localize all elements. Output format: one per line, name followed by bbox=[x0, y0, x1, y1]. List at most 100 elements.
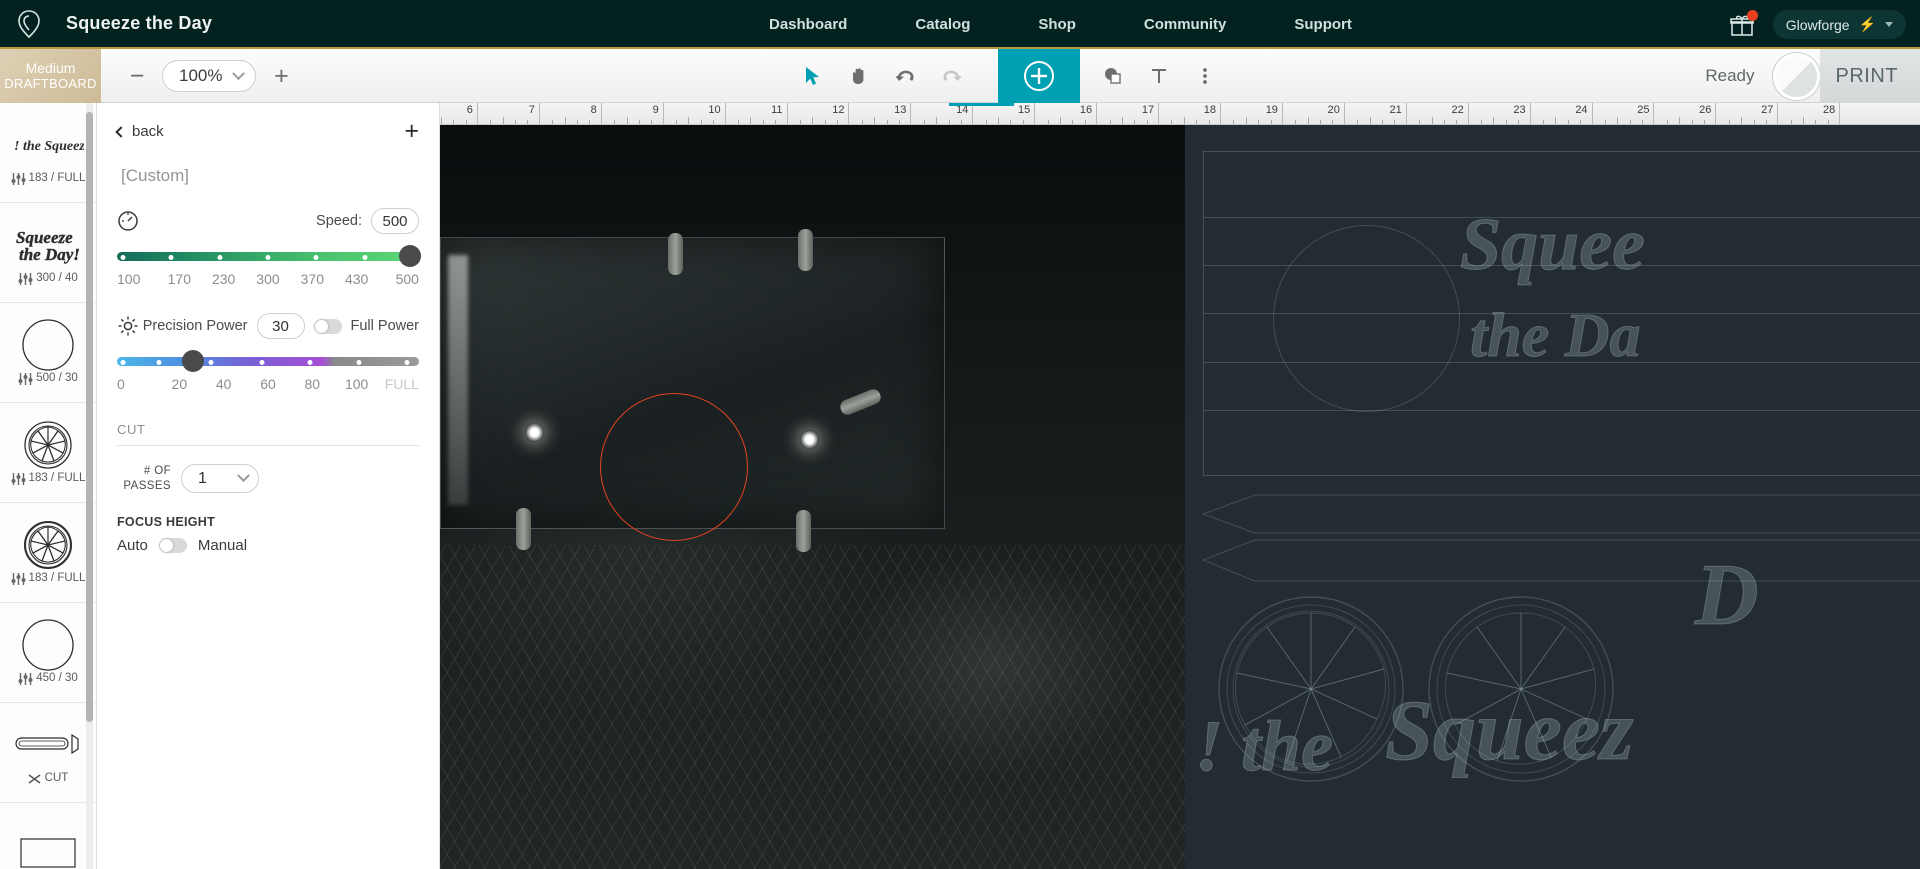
tick-dot bbox=[120, 359, 126, 365]
tick-dot bbox=[156, 359, 162, 365]
list-item[interactable]: 183 / FULL bbox=[0, 403, 96, 503]
speed-tick-label: 230 bbox=[211, 271, 236, 287]
citrus-slice-icon bbox=[24, 521, 72, 570]
material-selector-button[interactable]: Medium DRAFTBOARD bbox=[0, 49, 101, 103]
tick-dot bbox=[217, 254, 223, 260]
speedometer-icon bbox=[118, 211, 138, 231]
ruler-minor-tick bbox=[502, 117, 504, 124]
add-artwork-button[interactable] bbox=[998, 49, 1080, 103]
speed-slider[interactable] bbox=[117, 245, 421, 268]
horizontal-ruler[interactable]: 6 7 8 9 10 11 12 13 14 15 16 17 18 19 20 21 22 23 24 25 26 27… bbox=[440, 103, 1920, 125]
speed-input[interactable]: 500 bbox=[371, 208, 419, 234]
settings-sliders-icon bbox=[11, 572, 26, 585]
add-setting-button[interactable]: + bbox=[404, 119, 419, 144]
layer-label-text: 183 / FULL bbox=[28, 572, 86, 585]
tick-dot bbox=[307, 359, 313, 365]
nav-link-dashboard[interactable]: Dashboard bbox=[735, 16, 881, 33]
select-tool-button[interactable] bbox=[790, 49, 836, 103]
ruler-tick-label: 18 bbox=[1203, 104, 1217, 116]
back-button[interactable]: back bbox=[115, 123, 164, 140]
power-scale-labels: 0 20 40 60 80 100 FULL bbox=[117, 376, 419, 392]
nav-link-support[interactable]: Support bbox=[1260, 16, 1386, 33]
print-controls: Ready PRINT bbox=[1705, 49, 1920, 103]
ruler-segment: 7 bbox=[478, 103, 540, 124]
toggle-knob bbox=[314, 319, 328, 333]
full-power-toggle[interactable] bbox=[313, 318, 342, 334]
ruler-segment: 8 bbox=[540, 103, 602, 124]
nav-link-community[interactable]: Community bbox=[1110, 16, 1261, 33]
settings-sliders-icon bbox=[11, 472, 26, 485]
panel-header: back + bbox=[115, 119, 419, 144]
zoom-out-button[interactable]: − bbox=[125, 63, 149, 89]
text-tool-button[interactable] bbox=[1136, 49, 1182, 103]
ruler-tick-label: 27 bbox=[1761, 104, 1774, 116]
list-item[interactable]: 450 / 30 bbox=[0, 603, 96, 703]
print-button[interactable]: PRINT bbox=[1819, 49, 1920, 103]
focus-mode-toggle[interactable] bbox=[158, 538, 187, 553]
account-menu-button[interactable]: Glowforge ⚡ bbox=[1772, 10, 1906, 39]
design-preview-area[interactable]: Squee the Da ! the Squeez D bbox=[1185, 125, 1920, 869]
ruler-minor-tick bbox=[1121, 117, 1123, 124]
guide-line bbox=[1203, 475, 1920, 476]
more-options-button[interactable] bbox=[1182, 49, 1228, 103]
power-input[interactable]: 30 bbox=[256, 313, 305, 339]
script-word: ! the bbox=[1194, 706, 1334, 787]
list-item[interactable]: 500 / 30 bbox=[0, 303, 96, 403]
speed-tick-label: 100 bbox=[117, 271, 141, 287]
list-item[interactable]: Squeeze the Day! 300 / 40 bbox=[0, 203, 96, 303]
circle-shape bbox=[1273, 225, 1460, 412]
artwork-layers-rail[interactable]: ! the Squeez 183 / FULL Squeeze the Day! bbox=[0, 103, 97, 869]
ruler-minor-tick bbox=[626, 117, 628, 124]
print-settings-panel: back + [Custom] Speed: 500 100 170 230 3… bbox=[97, 103, 440, 869]
gift-icon[interactable] bbox=[1729, 9, 1758, 38]
redo-button[interactable] bbox=[928, 49, 974, 103]
passes-label-line1: # OF bbox=[143, 465, 171, 478]
passes-select[interactable]: 1 bbox=[181, 464, 259, 493]
layer-thumbnail bbox=[2, 619, 94, 671]
ruler-tick-label: 28 bbox=[1823, 104, 1836, 116]
plus-circle-icon bbox=[1024, 61, 1054, 91]
ruler-segment: 17 bbox=[1097, 103, 1160, 124]
settings-sliders-icon bbox=[18, 672, 33, 685]
ruler-segment: 6 bbox=[440, 103, 478, 124]
list-item[interactable] bbox=[0, 803, 96, 869]
tick-dot bbox=[356, 359, 362, 365]
main-nav-links: Dashboard Catalog Shop Community Support bbox=[735, 0, 1386, 49]
ruler-segment: 11 bbox=[726, 103, 788, 124]
list-item[interactable]: ! the Squeez 183 / FULL bbox=[0, 103, 96, 203]
zoom-level-value: 100% bbox=[179, 66, 223, 85]
glowforge-pin-logo-icon[interactable] bbox=[12, 7, 46, 41]
power-slider[interactable] bbox=[117, 350, 419, 373]
layer-thumbnail bbox=[2, 519, 94, 571]
nav-link-catalog[interactable]: Catalog bbox=[881, 16, 1004, 33]
shapes-icon bbox=[1105, 68, 1121, 84]
guide-line bbox=[1203, 151, 1920, 152]
ruler-segment: 27 bbox=[1716, 103, 1779, 124]
shapes-tool-button[interactable] bbox=[1090, 49, 1136, 103]
tick-dot bbox=[168, 254, 174, 260]
focus-manual-option[interactable]: Manual bbox=[198, 537, 247, 554]
cut-path-preview[interactable] bbox=[600, 393, 748, 541]
zoom-in-button[interactable]: + bbox=[269, 63, 293, 89]
zoom-level-select[interactable]: 100% bbox=[162, 60, 257, 92]
ruler-tick-label: 24 bbox=[1575, 104, 1588, 116]
bed-canvas[interactable]: Squee the Da ! the Squeez D bbox=[440, 125, 1920, 869]
script-word: D bbox=[1695, 547, 1760, 645]
list-item[interactable]: CUT bbox=[0, 703, 96, 803]
ruler-segment: 23 bbox=[1469, 103, 1531, 124]
hold-down-pin bbox=[668, 233, 683, 275]
power-tick-label: FULL bbox=[384, 376, 419, 392]
layer-thumbnail bbox=[2, 319, 94, 371]
tick-dot bbox=[259, 359, 265, 365]
undo-button[interactable] bbox=[882, 49, 928, 103]
rail-scrollbar-thumb[interactable] bbox=[86, 112, 93, 722]
speed-slider-knob[interactable] bbox=[398, 245, 421, 267]
power-slider-knob[interactable] bbox=[181, 350, 204, 372]
ruler-segment: 21 bbox=[1345, 103, 1407, 124]
nav-link-shop[interactable]: Shop bbox=[1004, 16, 1110, 33]
focus-auto-option[interactable]: Auto bbox=[117, 537, 148, 554]
pan-tool-button[interactable] bbox=[836, 49, 882, 103]
list-item[interactable]: 183 / FULL bbox=[0, 503, 96, 603]
gift-notification-badge bbox=[1746, 9, 1758, 21]
guide-line bbox=[1203, 410, 1920, 411]
